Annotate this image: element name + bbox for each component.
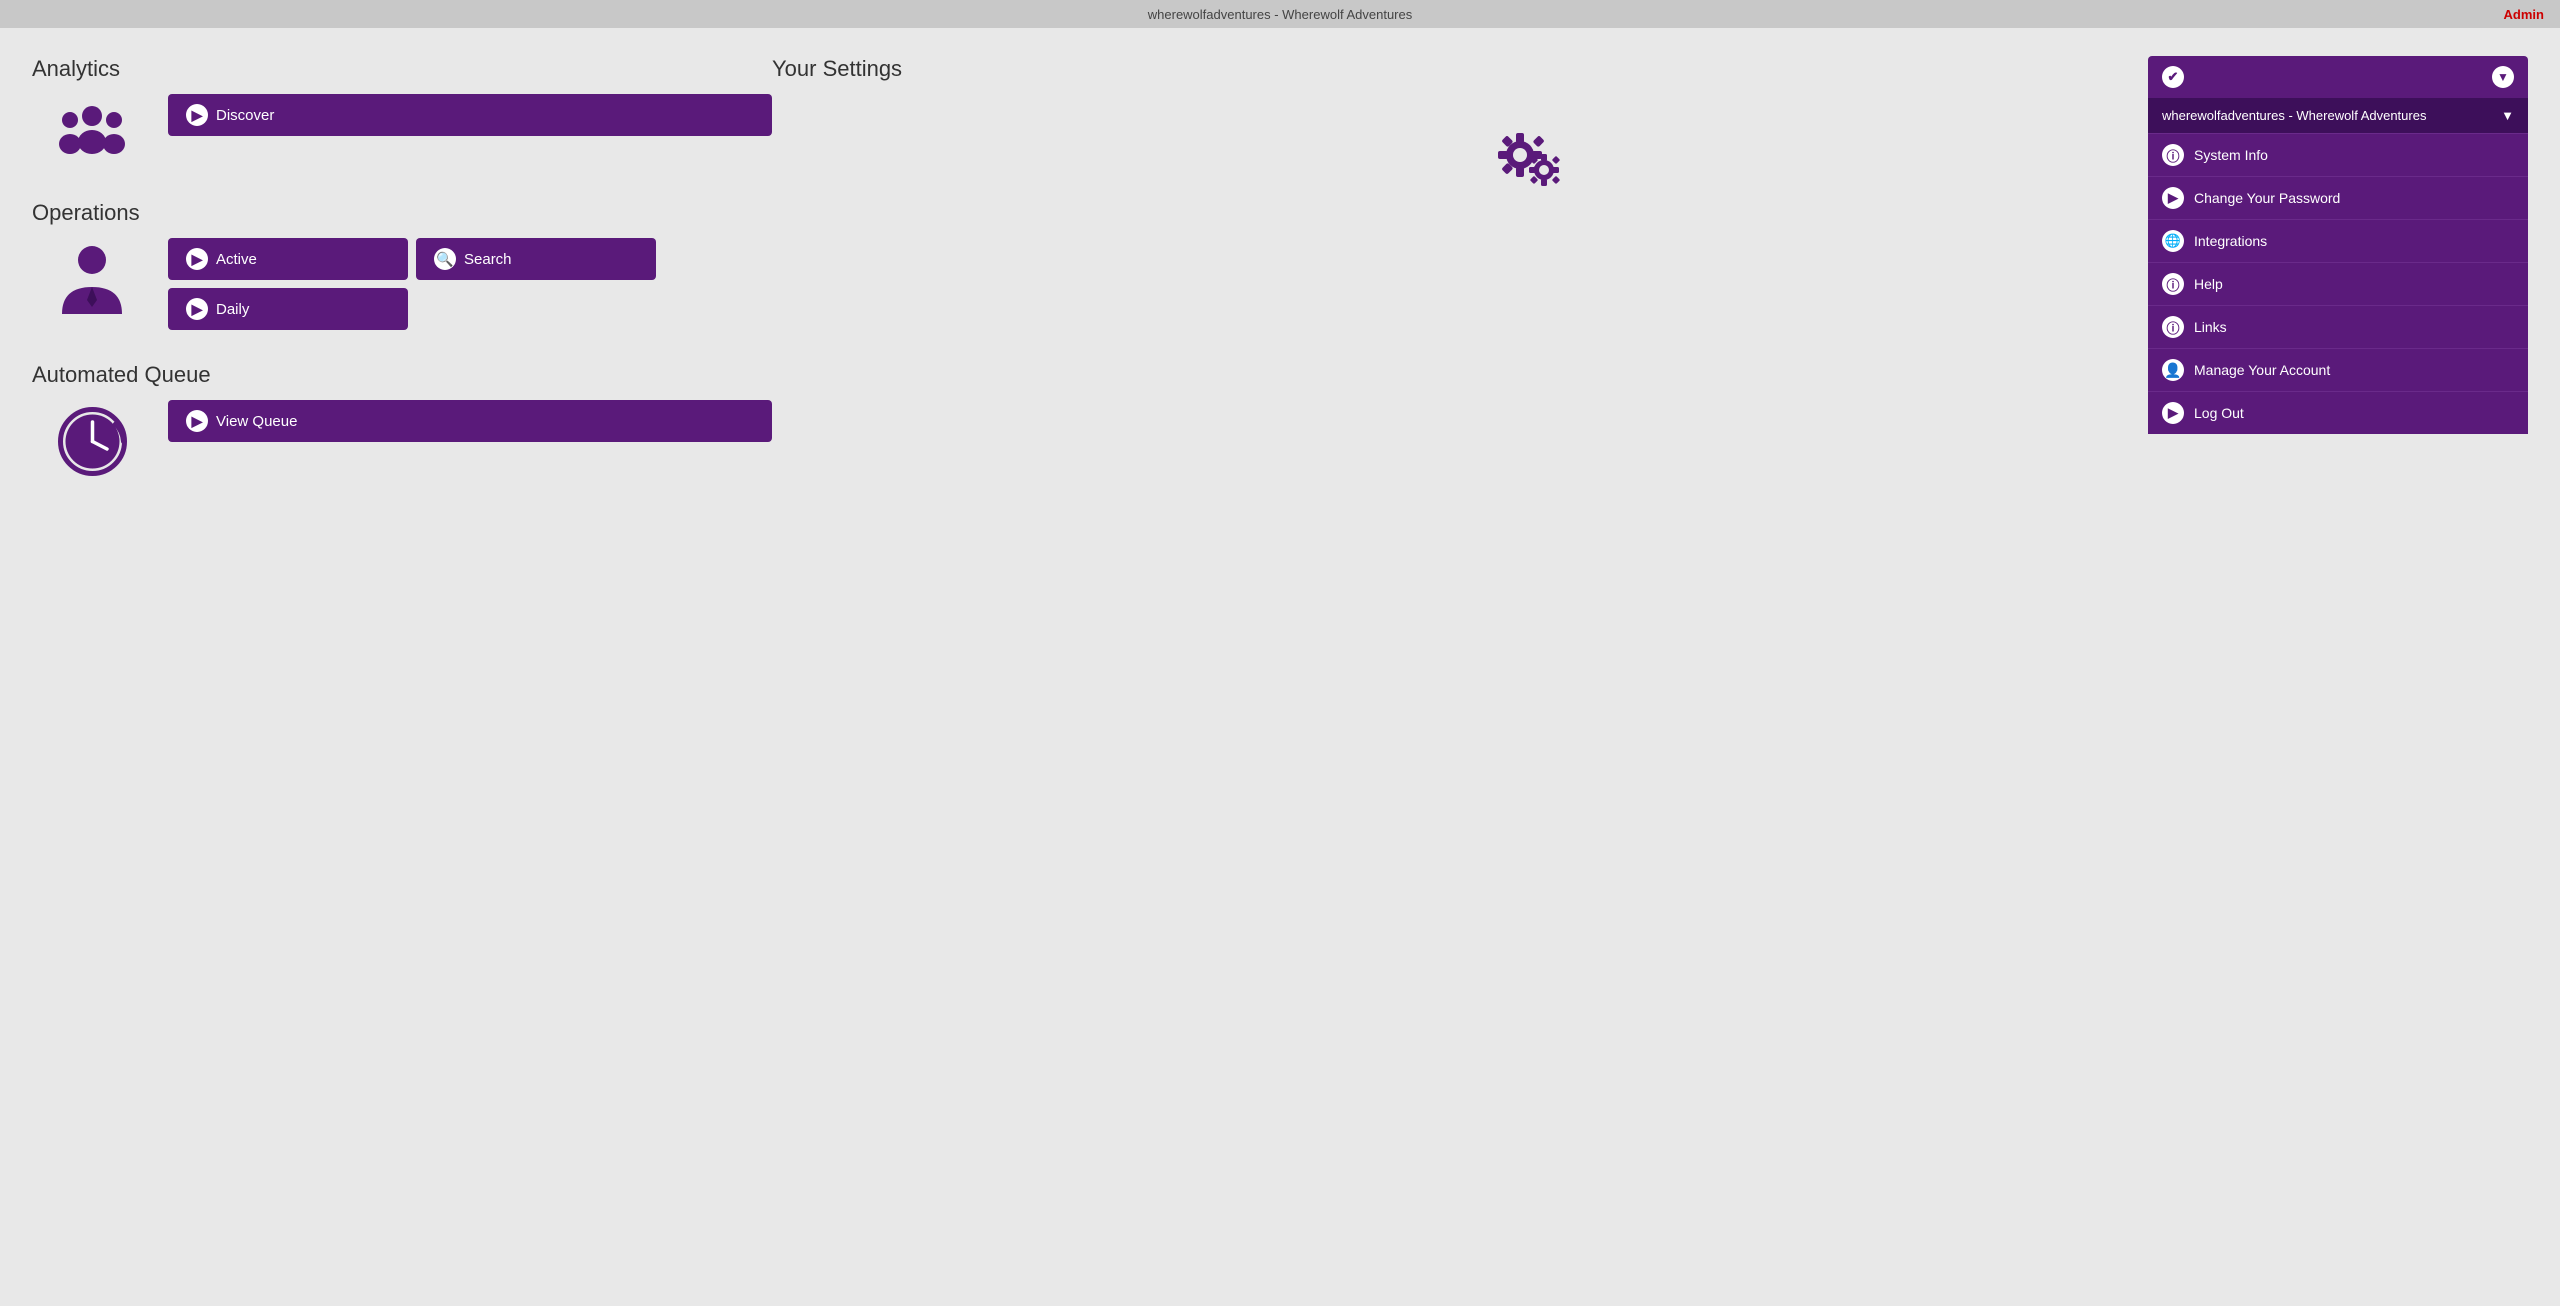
settings-menu-change-password[interactable]: ▶ Change Your Password [2148, 176, 2528, 219]
left-panel: Analytics [32, 56, 772, 511]
analytics-title: Analytics [32, 56, 772, 82]
your-settings-title: Your Settings [772, 56, 2148, 82]
group-icon [52, 98, 132, 168]
main-content: Analytics [0, 28, 2560, 539]
window-title: wherewolfadventures - Wherewolf Adventur… [1148, 7, 1412, 22]
analytics-body: ▶ Discover [32, 94, 772, 168]
automated-queue-buttons: ▶ View Queue [168, 400, 772, 442]
analytics-icon-area [32, 94, 152, 168]
automated-queue-icon-area [32, 400, 152, 479]
settings-menu-logout[interactable]: ▶ Log Out [2148, 391, 2528, 434]
active-label: Active [216, 251, 257, 268]
view-queue-play-icon: ▶ [186, 410, 208, 432]
logout-icon: ▶ [2162, 402, 2184, 424]
settings-panel-wrapper: ✔ ▼ wherewolfadventures - Wherewolf Adve… [2148, 56, 2528, 434]
settings-menu-integrations[interactable]: 🌐 Integrations [2148, 219, 2528, 262]
automated-queue-section: Automated Queue [32, 362, 772, 479]
automated-queue-body: ▶ View Queue [32, 400, 772, 479]
operations-row-2: ▶ Daily [168, 288, 772, 330]
analytics-buttons: ▶ Discover [168, 94, 772, 136]
integrations-label: Integrations [2194, 233, 2267, 249]
dropdown-arrow-icon: ▼ [2492, 66, 2514, 88]
discover-play-icon: ▶ [186, 104, 208, 126]
logout-label: Log Out [2194, 405, 2244, 421]
settings-account-select[interactable]: wherewolfadventures - Wherewolf Adventur… [2148, 98, 2528, 133]
settings-menu-manage-account[interactable]: 👤 Manage Your Account [2148, 348, 2528, 391]
analytics-section: Analytics [32, 56, 772, 168]
operations-title: Operations [32, 200, 772, 226]
change-password-icon: ▶ [2162, 187, 2184, 209]
help-label: Help [2194, 276, 2223, 292]
right-top: Your Settings [772, 56, 2528, 434]
operations-icon-area [32, 238, 152, 322]
system-info-icon: ⓘ [2162, 144, 2184, 166]
person-icon [57, 242, 127, 322]
active-play-icon: ▶ [186, 248, 208, 270]
dropdown-check-icon: ✔ [2162, 66, 2184, 88]
operations-row-1: ▶ Active 🔍 Search [168, 238, 772, 280]
admin-label[interactable]: Admin [2504, 7, 2544, 22]
your-settings-left: Your Settings [772, 56, 2148, 228]
operations-section: Operations ▶ Active [32, 200, 772, 330]
search-label: Search [464, 251, 512, 268]
gear-icon [1470, 118, 1570, 208]
discover-label: Discover [216, 107, 274, 124]
automated-queue-title: Automated Queue [32, 362, 772, 388]
change-password-label: Change Your Password [2194, 190, 2340, 206]
daily-label: Daily [216, 301, 249, 318]
links-label: Links [2194, 319, 2227, 335]
settings-menu-help[interactable]: ⓘ Help [2148, 262, 2528, 305]
system-info-label: System Info [2194, 147, 2268, 163]
view-queue-label: View Queue [216, 413, 297, 430]
daily-button[interactable]: ▶ Daily [168, 288, 408, 330]
settings-account-value: wherewolfadventures - Wherewolf Adventur… [2162, 108, 2426, 123]
manage-account-icon: 👤 [2162, 359, 2184, 381]
manage-account-label: Manage Your Account [2194, 362, 2330, 378]
help-icon: ⓘ [2162, 273, 2184, 295]
operations-body: ▶ Active 🔍 Search ▶ Daily [32, 238, 772, 330]
clock-icon [55, 404, 130, 479]
gear-icon-container [772, 98, 2148, 228]
active-button[interactable]: ▶ Active [168, 238, 408, 280]
integrations-icon: 🌐 [2162, 230, 2184, 252]
right-section: Your Settings [772, 56, 2528, 511]
top-bar: wherewolfadventures - Wherewolf Adventur… [0, 0, 2560, 28]
operations-buttons: ▶ Active 🔍 Search ▶ Daily [168, 238, 772, 330]
settings-select-arrow: ▼ [2501, 108, 2514, 123]
settings-menu-links[interactable]: ⓘ Links [2148, 305, 2528, 348]
discover-button[interactable]: ▶ Discover [168, 94, 772, 136]
search-button[interactable]: 🔍 Search [416, 238, 656, 280]
daily-play-icon: ▶ [186, 298, 208, 320]
links-icon: ⓘ [2162, 316, 2184, 338]
settings-dropdown-header[interactable]: ✔ ▼ [2148, 56, 2528, 98]
settings-menu-system-info[interactable]: ⓘ System Info [2148, 133, 2528, 176]
view-queue-button[interactable]: ▶ View Queue [168, 400, 772, 442]
search-circle-icon: 🔍 [434, 248, 456, 270]
